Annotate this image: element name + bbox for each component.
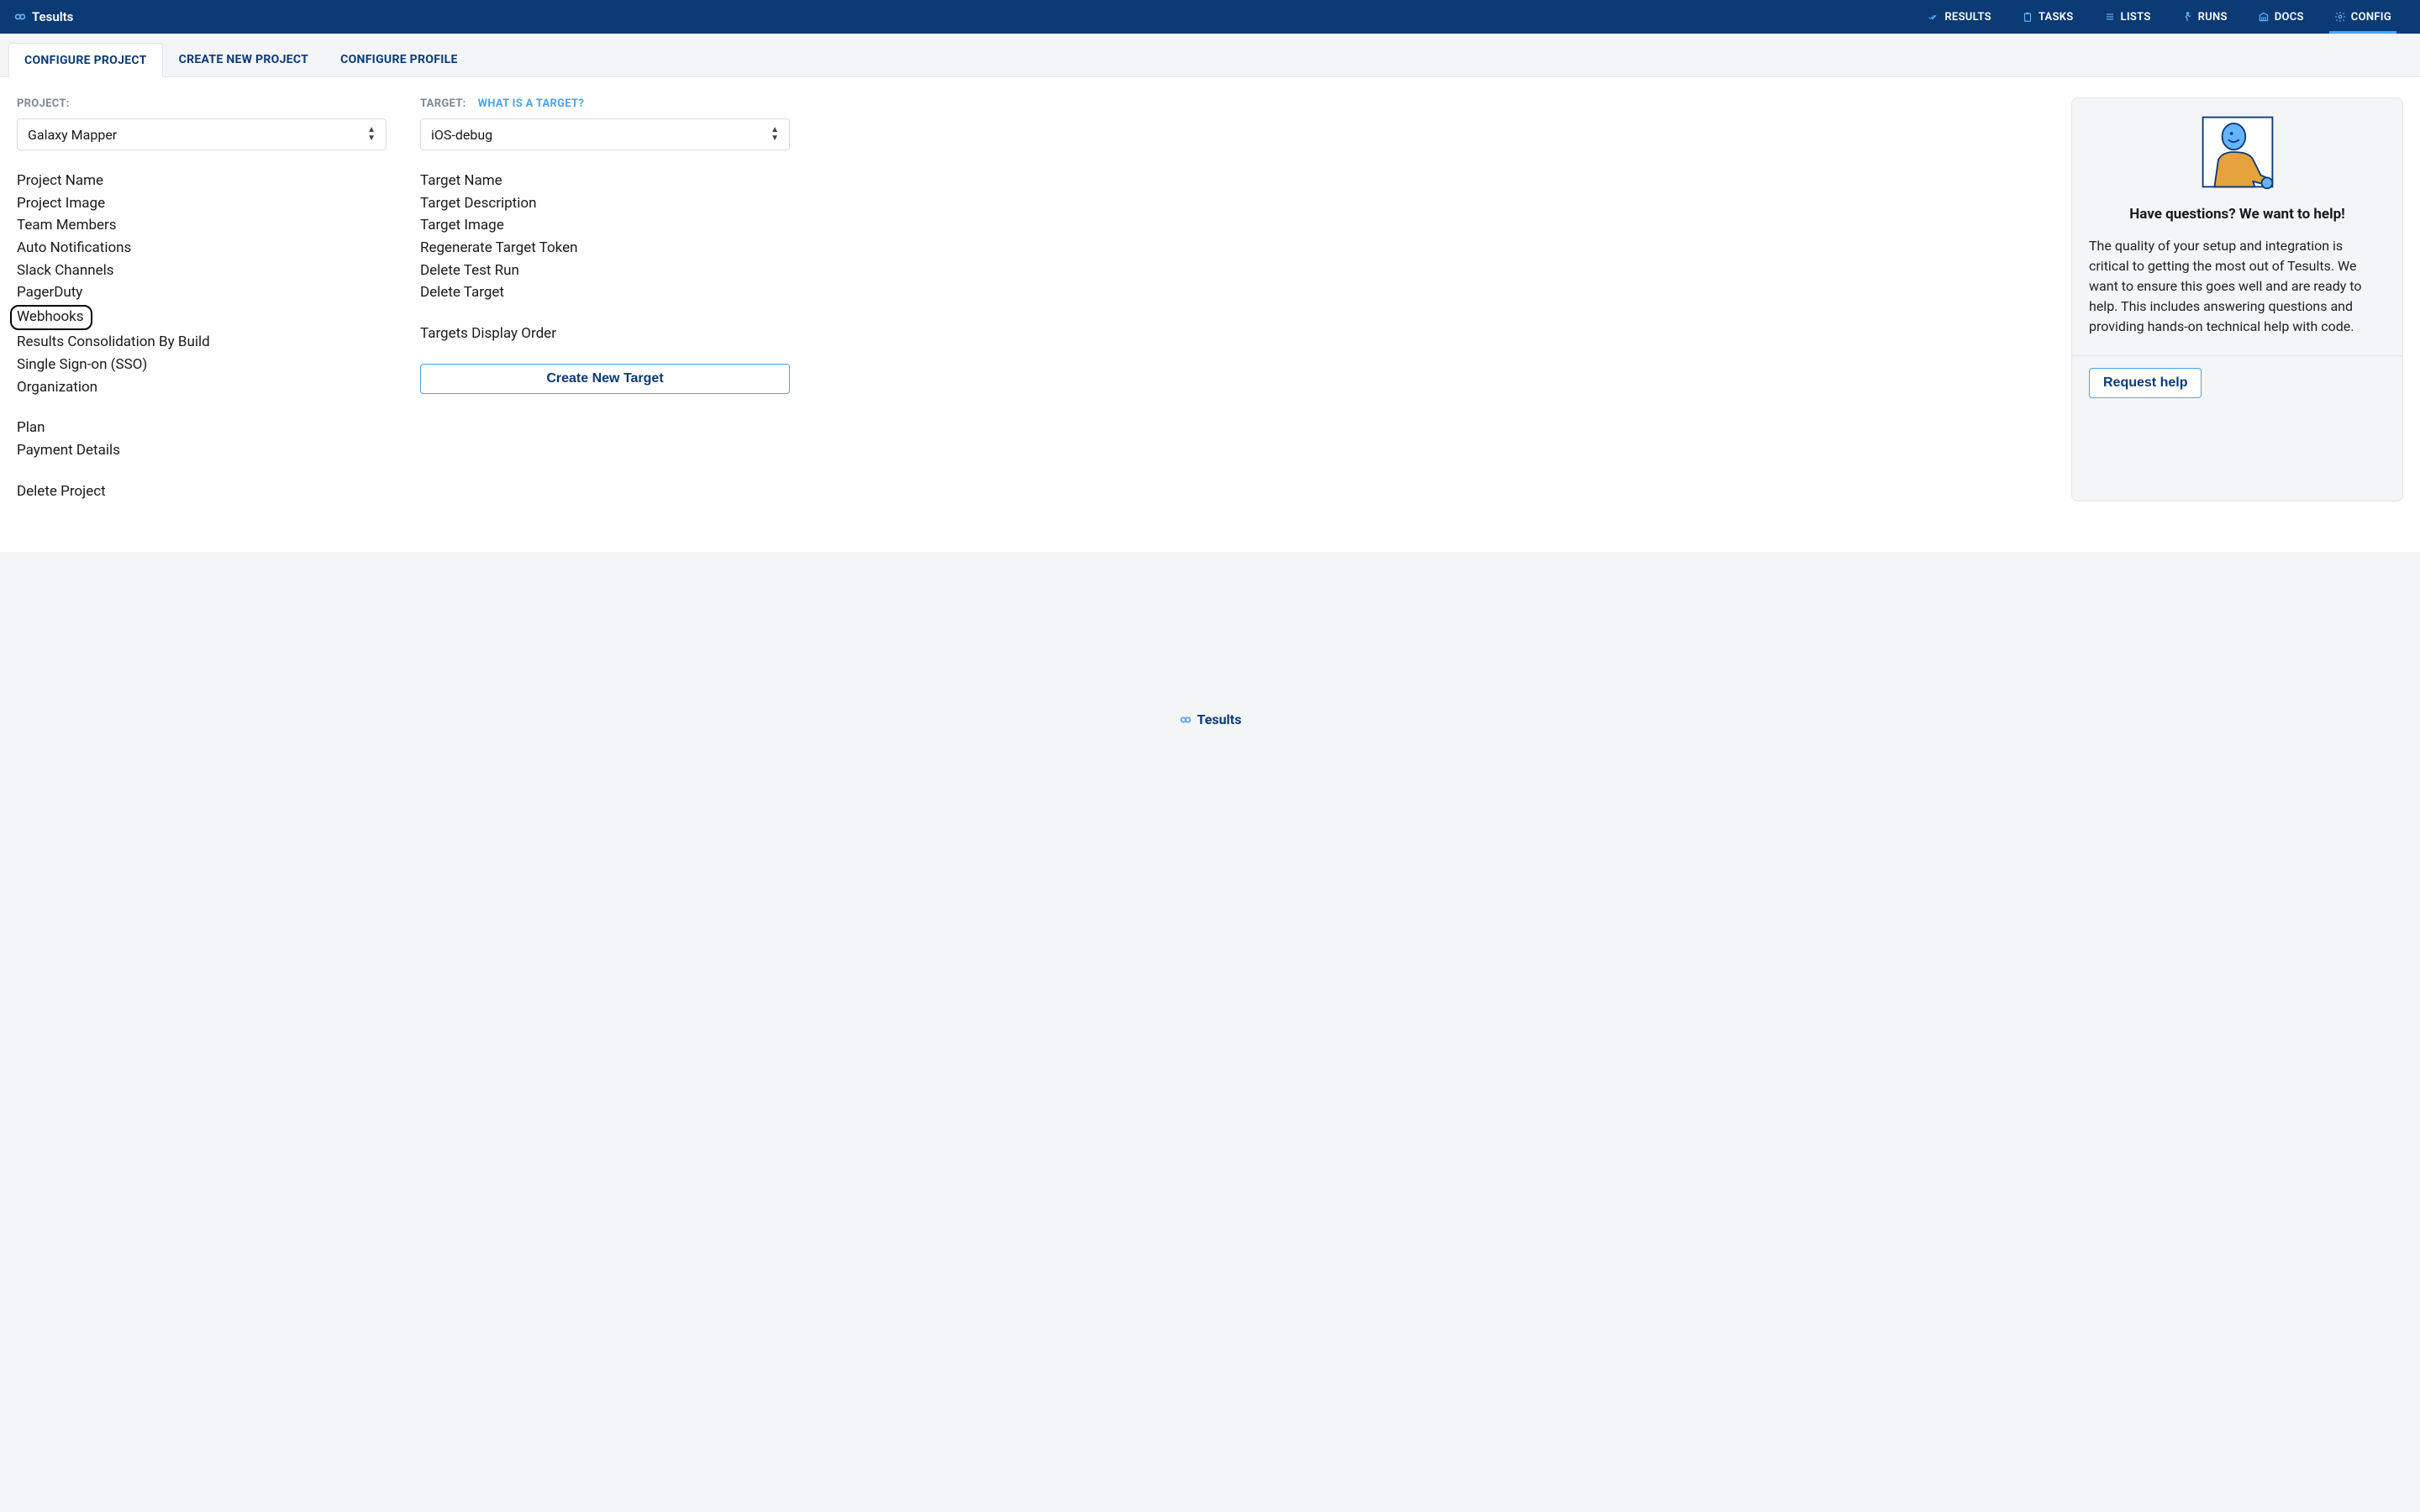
nav-runs[interactable]: RUNS <box>2166 0 2243 34</box>
help-body-text: The quality of your setup and integratio… <box>2089 236 2386 337</box>
nav-tasks-label: TASKS <box>2039 11 2074 24</box>
project-select-value: Galaxy Mapper <box>28 127 117 143</box>
person-icon <box>2199 113 2276 191</box>
link-webhooks[interactable]: Webhooks <box>10 305 92 331</box>
project-label: PROJECT: <box>17 97 387 110</box>
help-title: Have questions? We want to help! <box>2089 206 2386 223</box>
link-target-image[interactable]: Target Image <box>420 215 790 236</box>
project-label-text: PROJECT: <box>17 97 70 110</box>
footer-brand[interactable]: Tesults <box>1179 711 1242 727</box>
link-team-members[interactable]: Team Members <box>17 215 387 236</box>
docs-icon <box>2258 11 2270 23</box>
target-links: Target Name Target Description Target Im… <box>420 171 790 394</box>
help-card: Have questions? We want to help! The qua… <box>2071 97 2403 501</box>
nav-lists[interactable]: LISTS <box>2089 0 2166 34</box>
footer-brand-text: Tesults <box>1197 711 1242 727</box>
link-target-name[interactable]: Target Name <box>420 171 790 192</box>
link-pagerduty[interactable]: PagerDuty <box>17 282 387 303</box>
runs-icon <box>2181 11 2193 23</box>
link-delete-project[interactable]: Delete Project <box>17 481 387 502</box>
caret-icon: ▲▼ <box>367 126 376 143</box>
project-column: PROJECT: Galaxy Mapper ▲▼ Project Name P… <box>17 97 387 501</box>
caret-icon: ▲▼ <box>771 126 779 143</box>
link-project-image[interactable]: Project Image <box>17 193 387 214</box>
link-delete-target[interactable]: Delete Target <box>420 282 790 303</box>
results-icon <box>1928 11 1939 23</box>
link-results-consolidation[interactable]: Results Consolidation By Build <box>17 332 387 353</box>
project-links: Project Name Project Image Team Members … <box>17 171 387 501</box>
config-icon <box>2334 11 2346 23</box>
brand-text: Tesults <box>32 9 73 24</box>
tabs-row: CONFIGURE PROJECT CREATE NEW PROJECT CON… <box>0 34 2420 77</box>
nav-config[interactable]: CONFIG <box>2319 0 2407 34</box>
nav-docs[interactable]: DOCS <box>2243 0 2319 34</box>
brand[interactable]: Tesults <box>13 9 73 24</box>
nav-runs-label: RUNS <box>2198 11 2228 24</box>
help-illustration <box>2089 113 2386 191</box>
nav-results[interactable]: RESULTS <box>1912 0 2007 34</box>
link-payment-details[interactable]: Payment Details <box>17 440 387 461</box>
what-is-a-target-link[interactable]: WHAT IS A TARGET? <box>478 97 585 110</box>
link-organization[interactable]: Organization <box>17 377 387 398</box>
target-column: TARGET: WHAT IS A TARGET? iOS-debug ▲▼ T… <box>420 97 790 501</box>
nav-results-label: RESULTS <box>1944 11 1991 24</box>
request-help-button[interactable]: Request help <box>2089 368 2202 398</box>
topbar: Tesults RESULTS TASKS LISTS RUNS DOCS CO… <box>0 0 2420 34</box>
link-auto-notifications[interactable]: Auto Notifications <box>17 238 387 259</box>
target-select[interactable]: iOS-debug ▲▼ <box>420 118 790 150</box>
help-card-footer: Request help <box>2072 355 2402 413</box>
link-regenerate-token[interactable]: Regenerate Target Token <box>420 238 790 259</box>
help-column: Have questions? We want to help! The qua… <box>823 97 2403 501</box>
help-card-body: Have questions? We want to help! The qua… <box>2072 98 2402 355</box>
create-new-target-button[interactable]: Create New Target <box>420 364 790 394</box>
link-plan[interactable]: Plan <box>17 417 387 438</box>
tab-configure-profile[interactable]: CONFIGURE PROFILE <box>324 42 474 76</box>
target-label: TARGET: WHAT IS A TARGET? <box>420 97 790 110</box>
footer: Tesults <box>0 552 2420 778</box>
nav-lists-label: LISTS <box>2121 11 2151 24</box>
tab-configure-project[interactable]: CONFIGURE PROJECT <box>8 43 163 77</box>
nav-tasks[interactable]: TASKS <box>2007 0 2089 34</box>
brand-icon <box>1179 713 1192 727</box>
link-slack-channels[interactable]: Slack Channels <box>17 260 387 281</box>
content: PROJECT: Galaxy Mapper ▲▼ Project Name P… <box>0 77 2420 552</box>
target-label-text: TARGET: <box>420 97 466 110</box>
nav-docs-label: DOCS <box>2275 11 2304 24</box>
tab-create-new-project[interactable]: CREATE NEW PROJECT <box>163 42 324 76</box>
link-target-description[interactable]: Target Description <box>420 193 790 214</box>
tasks-icon <box>2022 11 2033 23</box>
topnav: RESULTS TASKS LISTS RUNS DOCS CONFIG <box>1912 0 2407 34</box>
link-delete-test-run[interactable]: Delete Test Run <box>420 260 790 281</box>
brand-icon <box>13 10 27 24</box>
link-project-name[interactable]: Project Name <box>17 171 387 192</box>
link-targets-display-order[interactable]: Targets Display Order <box>420 323 790 344</box>
lists-icon <box>2104 11 2116 23</box>
project-select[interactable]: Galaxy Mapper ▲▼ <box>17 118 387 150</box>
link-sso[interactable]: Single Sign-on (SSO) <box>17 354 387 375</box>
target-select-value: iOS-debug <box>431 127 492 143</box>
nav-config-label: CONFIG <box>2351 11 2391 24</box>
